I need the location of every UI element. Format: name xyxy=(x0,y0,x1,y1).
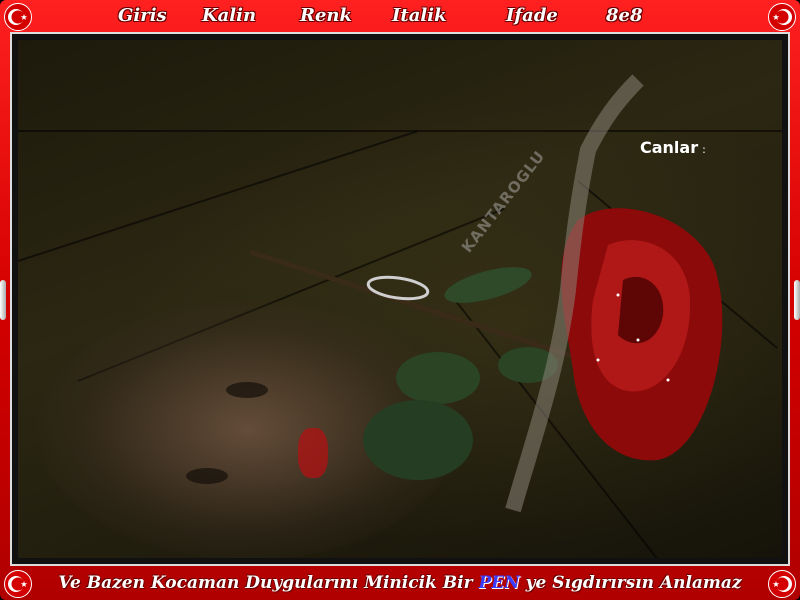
photo-scene: KANTAROGLU xyxy=(18,40,782,558)
left-edge-highlight xyxy=(0,280,6,320)
footer-text: Ve Bazen Kocaman Duygularını Minicik Bir… xyxy=(0,570,800,596)
photo-caption-text: Canlar xyxy=(640,138,699,157)
footer-text-after: ye Sıgdırırsın Anlamaz xyxy=(525,573,742,593)
menu-item-renk[interactable]: Renk xyxy=(300,4,352,28)
photo-caption-suffix: : xyxy=(702,143,706,156)
right-edge-highlight xyxy=(794,280,800,320)
footer-text-before: Ve Bazen Kocaman Duygularını Minicik Bir xyxy=(58,573,473,593)
menu-item-kalin[interactable]: Kalin xyxy=(202,4,256,28)
page-frame: Giris Kalin Renk Italik Ifade 8e8 KANTAR… xyxy=(0,0,800,600)
main-photo: KANTAROGLU Canlar: xyxy=(10,32,790,566)
photo-caption: Canlar: xyxy=(640,138,706,157)
menu-item-8e8[interactable]: 8e8 xyxy=(606,4,643,28)
menu-item-giris[interactable]: Giris xyxy=(118,4,167,28)
menu-item-ifade[interactable]: Ifade xyxy=(506,4,558,28)
footer-highlight-word: PEN xyxy=(478,573,520,593)
menu-item-italik[interactable]: Italik xyxy=(392,4,447,28)
rose-illustration xyxy=(249,74,723,513)
top-menu: Giris Kalin Renk Italik Ifade 8e8 xyxy=(0,0,800,32)
